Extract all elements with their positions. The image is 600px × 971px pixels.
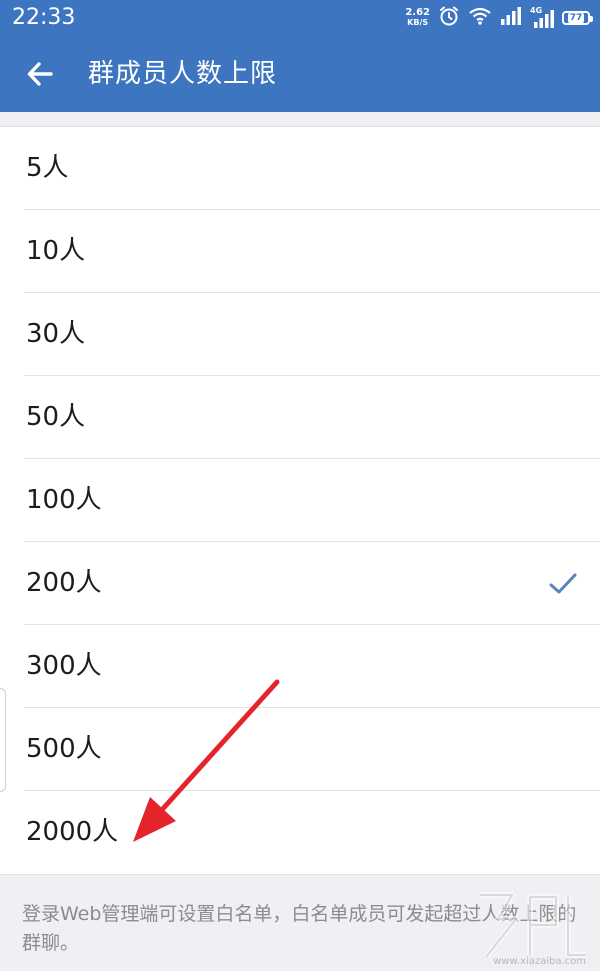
option-label: 5人 bbox=[26, 153, 69, 183]
member-limit-options: 5人 10人 30人 50人 100人 200人 300人 500人 2000人 bbox=[0, 126, 600, 875]
option-row[interactable]: 200人 bbox=[0, 542, 600, 625]
option-row[interactable]: 300人 bbox=[0, 625, 600, 708]
option-row[interactable]: 50人 bbox=[0, 376, 600, 459]
battery-level: 77 bbox=[567, 13, 585, 23]
option-row[interactable]: 100人 bbox=[0, 459, 600, 542]
network-speed-value: 2.62 bbox=[405, 7, 430, 18]
option-label: 100人 bbox=[26, 485, 102, 515]
status-icons: 2.62 KB/S 4G 77 bbox=[405, 5, 593, 31]
wifi-icon bbox=[468, 6, 492, 30]
option-row[interactable]: 30人 bbox=[0, 293, 600, 376]
network-speed: 2.62 KB/S bbox=[405, 8, 430, 28]
battery-icon: 77 bbox=[562, 11, 593, 25]
signal-icon bbox=[500, 7, 522, 29]
option-label: 200人 bbox=[26, 568, 102, 598]
page-title: 群成员人数上限 bbox=[88, 59, 278, 89]
status-time: 22:33 bbox=[12, 5, 76, 30]
option-row[interactable]: 2000人 bbox=[0, 791, 600, 874]
watermark-logo bbox=[480, 892, 586, 959]
alarm-icon bbox=[438, 5, 460, 31]
option-label: 50人 bbox=[26, 402, 86, 432]
option-label: 10人 bbox=[26, 236, 86, 266]
option-label: 30人 bbox=[26, 319, 86, 349]
edge-floating-tab[interactable] bbox=[0, 688, 6, 792]
check-icon bbox=[549, 573, 577, 594]
signal-4g-icon: 4G bbox=[530, 6, 554, 28]
status-bar: 22:33 2.62 KB/S 4G 77 bbox=[0, 0, 600, 36]
option-label: 2000人 bbox=[26, 817, 119, 847]
option-row[interactable]: 500人 bbox=[0, 708, 600, 791]
option-row[interactable]: 5人 bbox=[0, 127, 600, 210]
app-bar: 群成员人数上限 bbox=[0, 36, 600, 112]
option-label: 500人 bbox=[26, 734, 102, 764]
back-button[interactable] bbox=[14, 48, 66, 100]
watermark-url: www.xiazaiba.com bbox=[493, 956, 586, 967]
network-speed-unit: KB/S bbox=[407, 18, 429, 27]
option-label: 300人 bbox=[26, 651, 102, 681]
option-row[interactable]: 10人 bbox=[0, 210, 600, 293]
arrow-left-icon bbox=[27, 62, 53, 86]
